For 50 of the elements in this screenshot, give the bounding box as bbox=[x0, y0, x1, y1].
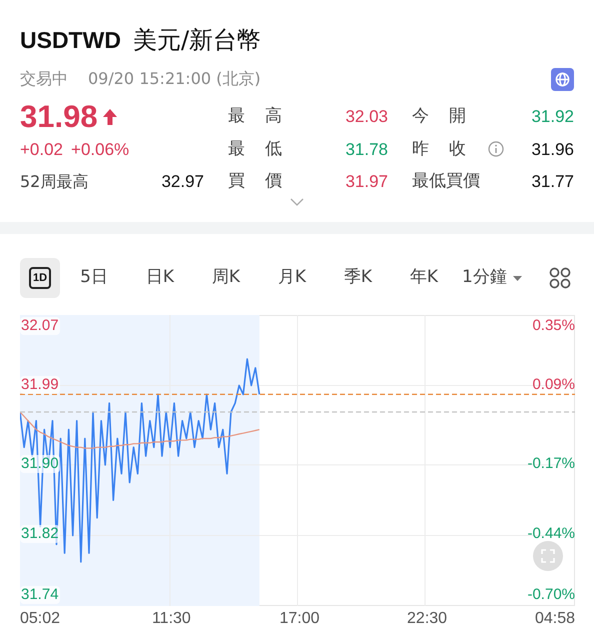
stat-label: 昨收 bbox=[412, 138, 486, 161]
x-axis-label: 22:30 bbox=[407, 609, 448, 629]
stat-value: 31.96 bbox=[531, 138, 574, 161]
percent-change: +0.06% bbox=[71, 139, 130, 162]
price-change: +0.02 bbox=[20, 139, 64, 162]
period-tab[interactable]: 周K bbox=[194, 258, 258, 298]
x-axis-label: 04:58 bbox=[534, 609, 575, 629]
period-tab[interactable]: 月K bbox=[260, 258, 324, 298]
info-icon[interactable] bbox=[488, 141, 504, 158]
percent-axis-label: 0.09% bbox=[532, 376, 575, 394]
globe-icon[interactable] bbox=[551, 68, 574, 90]
percent-axis-label: -0.17% bbox=[527, 454, 575, 473]
stat-value: 32.97 bbox=[161, 171, 204, 194]
caret-icon bbox=[512, 276, 522, 280]
stat-value: 31.92 bbox=[531, 106, 574, 128]
stat-value: 31.78 bbox=[345, 138, 388, 161]
period-tab[interactable]: 5日 bbox=[62, 258, 126, 298]
stat-label: 最低 bbox=[228, 138, 302, 161]
stat-label: 今開 bbox=[412, 105, 486, 128]
stat-value: 31.97 bbox=[345, 170, 388, 193]
percent-axis-label: -0.70% bbox=[527, 586, 575, 604]
percent-axis-label: 0.35% bbox=[532, 317, 575, 335]
period-tab[interactable]: 季K bbox=[326, 258, 390, 298]
interval-dropdown[interactable]: 1分鐘 bbox=[462, 265, 522, 291]
symbol-title: USDTWD bbox=[20, 26, 121, 55]
y-axis-label: 31.99 bbox=[20, 376, 60, 394]
chevron-down-icon[interactable] bbox=[290, 198, 304, 206]
percent-axis-label: -0.44% bbox=[527, 525, 575, 544]
timestamp: 09/20 15:21:00 (北京) bbox=[88, 68, 261, 90]
expand-icon bbox=[541, 549, 555, 563]
stat-label: 最高 bbox=[228, 105, 302, 128]
y-axis-label: 31.90 bbox=[20, 454, 60, 473]
pair-name: 美元/新台幣 bbox=[132, 25, 262, 56]
y-axis-label: 32.07 bbox=[20, 317, 60, 335]
stat-label: 買價 bbox=[228, 170, 302, 193]
last-price: 31.98 bbox=[20, 98, 98, 136]
stat-value: 31.77 bbox=[531, 170, 574, 193]
x-axis-label: 17:00 bbox=[280, 609, 320, 629]
x-axis-label: 11:30 bbox=[152, 609, 191, 629]
stat-label: 52周最高 bbox=[20, 171, 88, 193]
grid-icon[interactable] bbox=[549, 267, 571, 289]
x-axis-label: 05:02 bbox=[20, 609, 60, 629]
stat-value: 32.03 bbox=[345, 106, 388, 128]
y-axis-label: 31.82 bbox=[20, 525, 60, 544]
day-tab[interactable]: 1D bbox=[20, 258, 60, 298]
market-status: 交易中 bbox=[20, 68, 68, 90]
period-tab[interactable]: 年K bbox=[392, 258, 456, 298]
y-axis-label: 31.74 bbox=[20, 586, 60, 604]
period-tab[interactable]: 日K bbox=[128, 258, 192, 298]
stat-label: 最低買價 bbox=[412, 170, 480, 193]
